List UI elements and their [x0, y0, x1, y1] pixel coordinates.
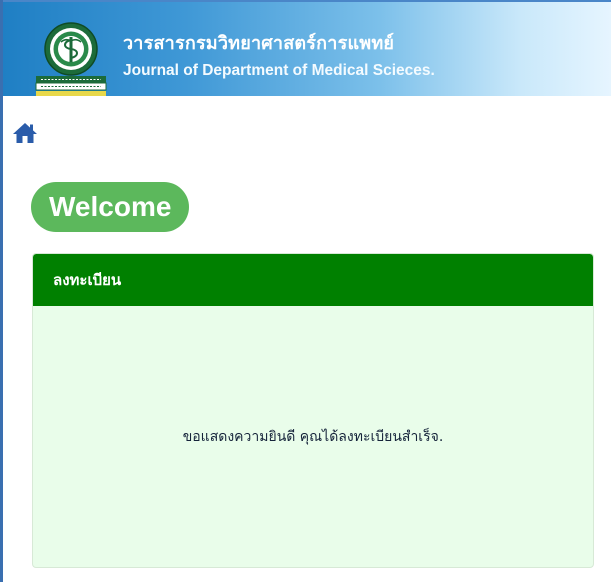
- journal-title-english: Journal of Department of Medical Scieces…: [123, 62, 435, 79]
- panel-heading: ลงทะเบียน: [33, 254, 593, 306]
- site-header: วารสารกรมวิทยาศาสตร์การแพทย์ Journal of …: [3, 2, 611, 96]
- department-emblem-icon: [33, 20, 109, 98]
- welcome-label: Welcome: [49, 191, 172, 222]
- success-message: ขอแสดงความยินดี คุณได้ลงทะเบียนสำเร็จ.: [182, 429, 444, 445]
- home-icon[interactable]: [10, 118, 40, 148]
- welcome-badge: Welcome: [31, 182, 190, 232]
- registration-panel: ลงทะเบียน ขอแสดงความยินดี คุณได้ลงทะเบีย…: [32, 253, 594, 568]
- panel-title: ลงทะเบียน: [53, 271, 122, 289]
- journal-title-thai: วารสารกรมวิทยาศาสตร์การแพทย์: [123, 33, 395, 54]
